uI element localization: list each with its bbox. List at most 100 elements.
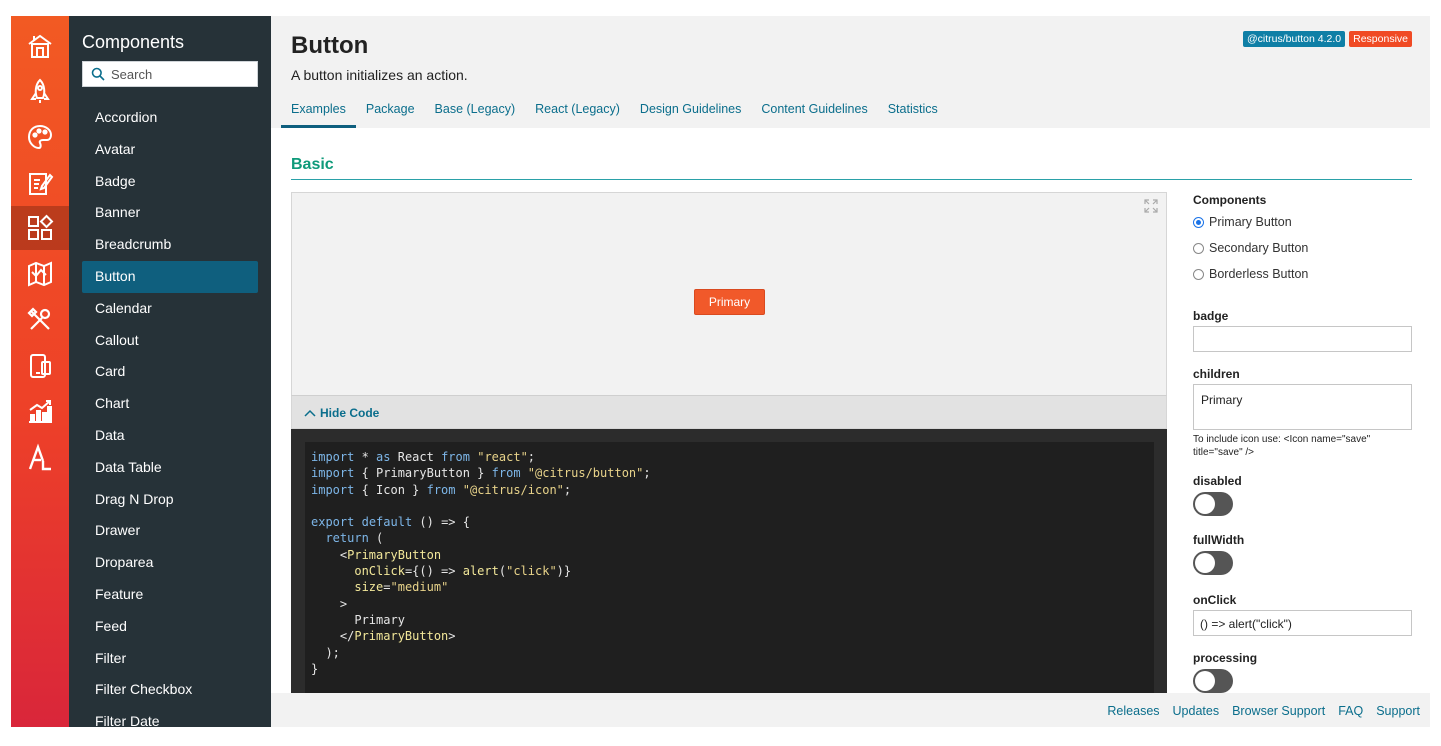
children-help-text: To include icon use: <Icon name="save" t…: [1193, 434, 1371, 458]
footer-link-updates[interactable]: Updates: [1173, 704, 1220, 718]
page-footer: Releases Updates Browser Support FAQ Sup…: [271, 693, 1430, 727]
sidebar-item-avatar[interactable]: Avatar: [82, 134, 258, 166]
sidebar-item-filter-checkbox[interactable]: Filter Checkbox: [82, 674, 258, 706]
sidebar-item-chart[interactable]: Chart: [82, 388, 258, 420]
radio-secondary-button[interactable]: Secondary Button: [1193, 241, 1308, 255]
radio-selected-icon: [1193, 216, 1204, 228]
code-line: </PrimaryButton>: [311, 629, 456, 644]
code-line: import * as React from "react";: [311, 450, 536, 464]
code-line: import { Icon } from "@citrus/icon";: [311, 482, 572, 497]
sidebar-item-accordion[interactable]: Accordion: [82, 102, 258, 134]
tab-react-legacy[interactable]: React (Legacy): [525, 96, 630, 128]
responsive-badge: Responsive: [1349, 31, 1412, 47]
search-input[interactable]: [111, 66, 251, 82]
fullwidth-toggle[interactable]: [1193, 551, 1233, 575]
code-toggle-bar: Hide Code: [291, 395, 1167, 429]
sidebar-item-filter[interactable]: Filter: [82, 643, 258, 675]
primary-button[interactable]: Primary: [694, 289, 765, 315]
sidebar-item-data-table[interactable]: Data Table: [82, 452, 258, 484]
mobile-device-icon[interactable]: [11, 344, 69, 388]
accessibility-icon[interactable]: [11, 435, 69, 479]
sidebar-item-banner[interactable]: Banner: [82, 197, 258, 229]
component-list: Accordion Avatar Badge Banner Breadcrumb…: [82, 102, 258, 727]
components-grid-icon[interactable]: [11, 206, 69, 250]
footer-links: Releases Updates Browser Support FAQ Sup…: [1107, 704, 1420, 718]
sidebar-item-feed[interactable]: Feed: [82, 611, 258, 643]
icon-rail: [11, 16, 69, 727]
section-title: Basic: [291, 156, 334, 173]
home-icon[interactable]: [11, 24, 69, 68]
chevron-up-icon: [304, 409, 316, 417]
sidebar-item-feature[interactable]: Feature: [82, 579, 258, 611]
sidebar-item-droparea[interactable]: Droparea: [82, 547, 258, 579]
code-line: return (: [325, 531, 384, 546]
footer-link-browser-support[interactable]: Browser Support: [1232, 704, 1325, 718]
section-divider: [291, 179, 1412, 180]
children-prop-label: children: [1193, 367, 1240, 381]
sidebar-item-button[interactable]: Button: [82, 260, 258, 293]
radio-label: Secondary Button: [1209, 241, 1309, 255]
expand-icon[interactable]: [1144, 199, 1158, 213]
page-title: Button: [291, 32, 369, 59]
tab-examples[interactable]: Examples: [281, 96, 356, 128]
code-line: onClick={() => alert("click")}: [354, 564, 572, 579]
badge-prop-label: badge: [1193, 309, 1229, 323]
code-line: export default () => {: [311, 515, 470, 530]
sidebar-item-data[interactable]: Data: [82, 420, 258, 452]
footer-link-support[interactable]: Support: [1376, 704, 1420, 718]
tab-package[interactable]: Package: [356, 96, 425, 128]
tab-statistics[interactable]: Statistics: [878, 96, 948, 128]
hide-code-button[interactable]: Hide Code: [304, 406, 379, 420]
sidebar-item-badge[interactable]: Badge: [82, 166, 258, 198]
radio-borderless-button[interactable]: Borderless Button: [1193, 267, 1308, 281]
tab-base-legacy[interactable]: Base (Legacy): [425, 96, 526, 128]
sidebar-item-drawer[interactable]: Drawer: [82, 515, 258, 547]
code-line: );: [311, 645, 340, 660]
badge-input[interactable]: [1193, 326, 1412, 352]
example-preview: Primary: [291, 192, 1167, 395]
app-window: Components Accordion Avatar Badge Banner…: [11, 16, 1430, 727]
processing-toggle[interactable]: [1193, 669, 1233, 693]
disabled-prop-label: disabled: [1193, 474, 1242, 488]
code-line: Primary: [311, 612, 405, 627]
disabled-toggle[interactable]: [1193, 492, 1233, 516]
sidebar-item-drag-n-drop[interactable]: Drag N Drop: [82, 484, 258, 516]
children-textarea[interactable]: Primary: [1193, 384, 1412, 430]
badge-group: @citrus/button 4.2.0 Responsive: [1242, 31, 1412, 47]
search-icon: [91, 67, 105, 81]
edit-document-icon[interactable]: [11, 161, 69, 205]
main-content: Button A button initializes an action. @…: [271, 16, 1430, 727]
hide-code-label: Hide Code: [320, 406, 380, 420]
tools-icon[interactable]: [11, 298, 69, 342]
code-line: size="medium": [354, 580, 449, 595]
components-label: Components: [1193, 193, 1267, 207]
sidebar-item-breadcrumb[interactable]: Breadcrumb: [82, 229, 258, 261]
tab-content-guidelines[interactable]: Content Guidelines: [751, 96, 877, 128]
processing-prop-label: processing: [1193, 651, 1258, 665]
footer-link-releases[interactable]: Releases: [1107, 704, 1159, 718]
map-icon[interactable]: [11, 252, 69, 296]
components-sidebar: Components Accordion Avatar Badge Banner…: [69, 16, 271, 727]
onclick-input[interactable]: () => alert("click"): [1193, 610, 1412, 636]
radio-unselected-icon: [1193, 242, 1204, 254]
sidebar-item-card[interactable]: Card: [82, 356, 258, 388]
code-block: import * as React from "react"; import { …: [305, 442, 1154, 727]
onclick-prop-label: onClick: [1193, 593, 1237, 607]
rocket-icon[interactable]: [11, 69, 69, 113]
chart-icon[interactable]: [11, 389, 69, 433]
radio-label: Borderless Button: [1209, 267, 1309, 281]
palette-icon[interactable]: [11, 115, 69, 159]
tab-design-guidelines[interactable]: Design Guidelines: [630, 96, 751, 128]
code-line: import { PrimaryButton } from "@citrus/b…: [311, 466, 651, 481]
sidebar-item-filter-date[interactable]: Filter Date: [82, 706, 258, 727]
sidebar-title: Components: [82, 32, 185, 52]
code-line: >: [311, 596, 348, 611]
sidebar-item-calendar[interactable]: Calendar: [82, 293, 258, 325]
fullwidth-prop-label: fullWidth: [1193, 533, 1245, 547]
sidebar-item-callout[interactable]: Callout: [82, 325, 258, 357]
code-line: <PrimaryButton: [311, 547, 442, 562]
footer-link-faq[interactable]: FAQ: [1338, 704, 1363, 718]
search-box[interactable]: [82, 61, 258, 87]
radio-primary-button[interactable]: Primary Button: [1193, 215, 1292, 229]
